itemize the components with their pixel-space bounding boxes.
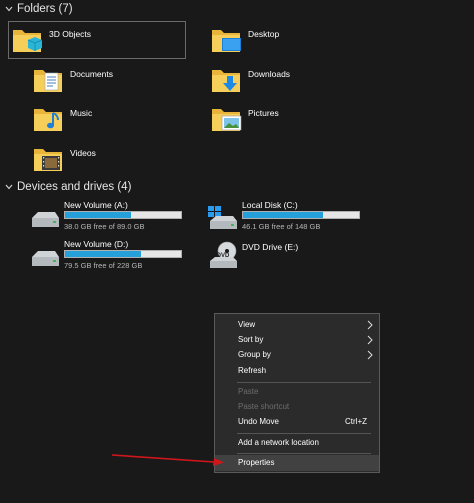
folder-3d-objects[interactable]: 3D Objects bbox=[8, 21, 186, 59]
drive-c[interactable]: Local Disk (C:) 46.1 GB free of 148 GB bbox=[207, 200, 387, 236]
menu-item-refresh[interactable]: Refresh bbox=[215, 363, 379, 379]
usage-bar bbox=[242, 211, 360, 219]
usage-bar-fill bbox=[65, 212, 132, 218]
hard-drive-icon bbox=[32, 251, 59, 266]
drives-section-header[interactable]: Devices and drives (4) bbox=[4, 181, 131, 193]
folder-label: 3D Objects bbox=[49, 29, 92, 39]
folder-label: Pictures bbox=[248, 108, 279, 118]
folder-label: Music bbox=[70, 108, 93, 118]
folder-documents[interactable]: Documents bbox=[30, 62, 208, 98]
windows-drive-icon bbox=[208, 206, 237, 229]
folder-label: Desktop bbox=[248, 29, 280, 39]
videos-folder-icon bbox=[34, 149, 62, 171]
drive-name: Local Disk (C:) bbox=[242, 200, 298, 210]
drive-a[interactable]: New Volume (A:) 38.0 GB free of 89.0 GB bbox=[29, 200, 209, 236]
usage-bar bbox=[64, 211, 182, 219]
menu-item-label: Properties bbox=[238, 458, 275, 467]
drive-d[interactable]: New Volume (D:) 79.5 GB free of 228 GB bbox=[29, 239, 209, 275]
drives-section-label: Devices and drives (4) bbox=[17, 181, 132, 193]
pictures-folder-icon bbox=[212, 109, 242, 131]
menu-separator bbox=[237, 453, 371, 454]
menu-item-add-network-location[interactable]: Add a network location bbox=[215, 435, 379, 451]
dvd-badge: DVD bbox=[217, 253, 230, 259]
drive-name: New Volume (D:) bbox=[64, 239, 129, 249]
folder-label: Videos bbox=[70, 148, 96, 158]
folder-pictures[interactable]: Pictures bbox=[208, 101, 386, 137]
menu-item-view[interactable]: View bbox=[215, 317, 379, 333]
menu-item-label: Group by bbox=[238, 350, 271, 359]
menu-item-paste[interactable]: Paste bbox=[215, 384, 379, 400]
menu-item-label: Paste shortcut bbox=[238, 402, 290, 411]
drive-free-space: 38.0 GB free of 89.0 GB bbox=[64, 222, 145, 231]
folders-section-label: Folders (7) bbox=[17, 3, 73, 15]
usage-bar-fill bbox=[243, 212, 323, 218]
drive-e[interactable]: DVD DVD Drive (E:) bbox=[207, 239, 387, 275]
context-menu: View Sort by Group by Refresh Paste Past… bbox=[214, 313, 380, 473]
drive-name: DVD Drive (E:) bbox=[242, 242, 299, 252]
menu-item-label: View bbox=[238, 320, 256, 329]
dvd-drive-icon: DVD bbox=[210, 241, 237, 268]
menu-item-paste-shortcut[interactable]: Paste shortcut bbox=[215, 399, 379, 415]
folder-desktop[interactable]: Desktop bbox=[208, 22, 386, 58]
drive-free-space: 46.1 GB free of 148 GB bbox=[242, 222, 321, 231]
menu-separator bbox=[237, 382, 371, 383]
menu-item-label: Undo Move bbox=[238, 417, 279, 426]
documents-folder-icon bbox=[34, 70, 62, 92]
menu-item-undo-move[interactable]: Undo Move Ctrl+Z bbox=[215, 414, 379, 430]
chevron-right-icon bbox=[367, 350, 373, 360]
chevron-down-icon bbox=[5, 6, 13, 12]
folder-downloads[interactable]: Downloads bbox=[208, 62, 386, 98]
menu-item-label: Sort by bbox=[238, 335, 264, 344]
music-folder-icon bbox=[34, 109, 62, 131]
3d-objects-folder-icon bbox=[13, 30, 43, 52]
menu-item-label: Add a network location bbox=[238, 438, 319, 447]
usage-bar bbox=[64, 250, 182, 258]
menu-item-sort-by[interactable]: Sort by bbox=[215, 332, 379, 348]
menu-item-group-by[interactable]: Group by bbox=[215, 347, 379, 363]
menu-item-shortcut: Ctrl+Z bbox=[345, 417, 367, 426]
downloads-folder-icon bbox=[212, 70, 240, 92]
folder-music[interactable]: Music bbox=[30, 101, 208, 137]
folder-videos[interactable]: Videos bbox=[30, 141, 208, 177]
menu-item-label: Paste bbox=[238, 387, 259, 396]
menu-item-label: Refresh bbox=[238, 366, 267, 375]
chevron-right-icon bbox=[367, 335, 373, 345]
usage-bar-fill bbox=[65, 251, 141, 257]
menu-item-properties[interactable]: Properties bbox=[215, 455, 379, 471]
hard-drive-icon bbox=[32, 212, 59, 227]
annotation-arrow bbox=[111, 454, 224, 466]
menu-separator bbox=[237, 433, 371, 434]
folder-label: Documents bbox=[70, 69, 113, 79]
folders-section-header[interactable]: Folders (7) bbox=[4, 3, 73, 15]
drive-free-space: 79.5 GB free of 228 GB bbox=[64, 261, 143, 270]
folder-label: Downloads bbox=[248, 69, 291, 79]
desktop-folder-icon bbox=[212, 30, 241, 52]
chevron-down-icon bbox=[5, 184, 13, 190]
drive-name: New Volume (A:) bbox=[64, 200, 128, 210]
chevron-right-icon bbox=[367, 320, 373, 330]
